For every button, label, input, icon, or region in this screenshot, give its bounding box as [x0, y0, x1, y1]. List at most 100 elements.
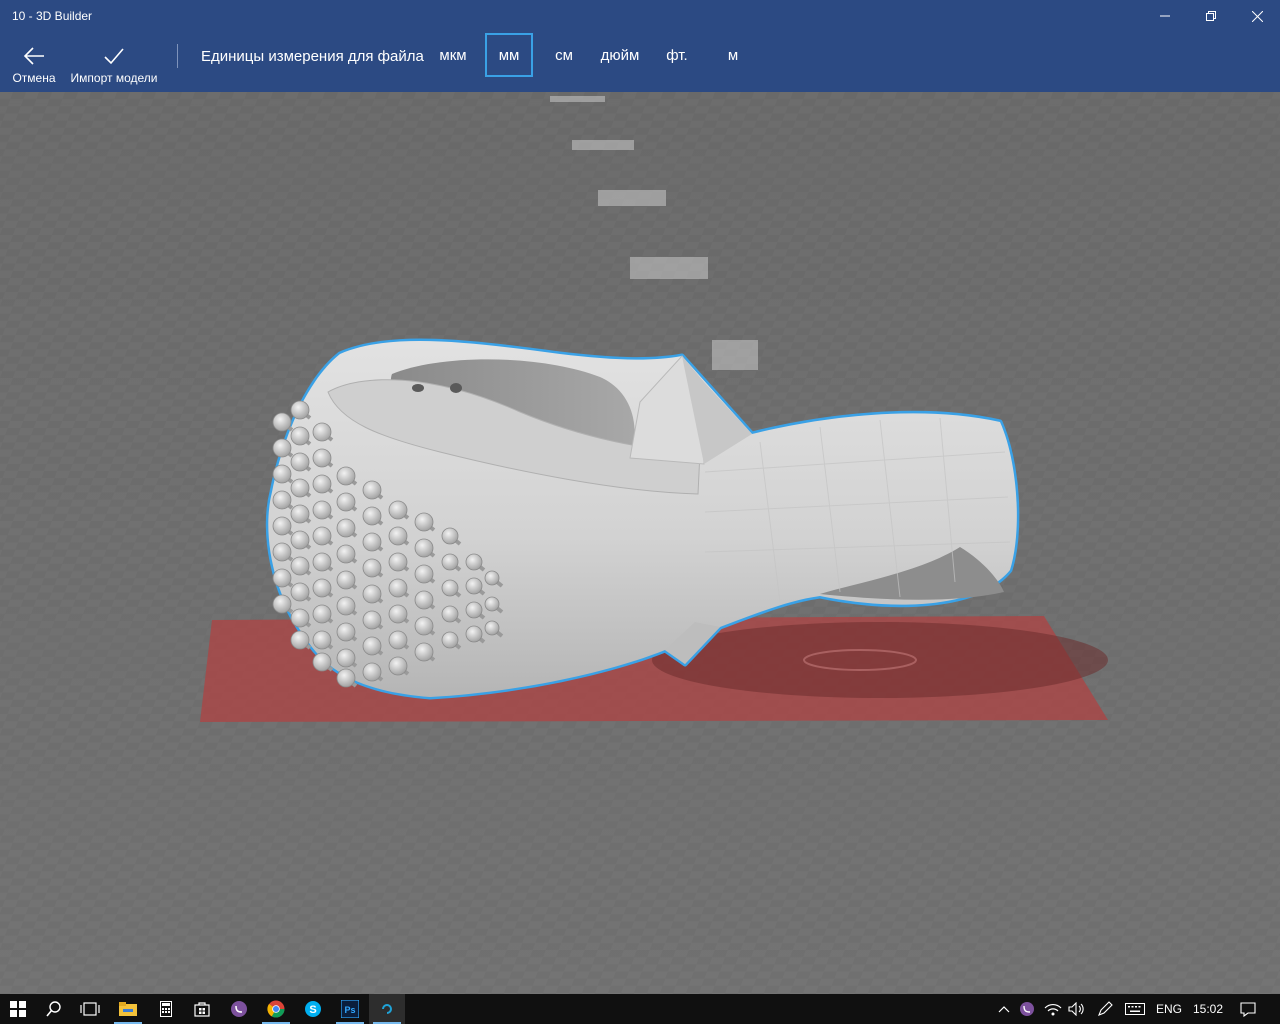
bead [336, 622, 356, 642]
bead [484, 596, 500, 612]
bead [388, 604, 408, 624]
import-model-button[interactable]: Импорт модели [66, 32, 162, 92]
bead [362, 532, 382, 552]
restore-button[interactable] [1188, 0, 1234, 32]
cancel-button[interactable]: Отмена [6, 32, 62, 92]
bead [272, 594, 292, 614]
bead [388, 500, 408, 520]
tray-volume[interactable] [1066, 994, 1088, 1024]
bead [388, 552, 408, 572]
model-shadow [652, 622, 1108, 698]
task-view-button[interactable] [72, 994, 108, 1024]
tray-keyboard[interactable] [1122, 994, 1148, 1024]
bead [484, 570, 500, 586]
language-label: ENG [1155, 1002, 1182, 1016]
unit-inch-option[interactable]: дюйм [596, 33, 644, 77]
tray-pen[interactable] [1094, 994, 1116, 1024]
chrome-button[interactable] [258, 994, 294, 1024]
unit-foot-option[interactable]: фт. [660, 33, 694, 77]
bead [484, 620, 500, 636]
folder-icon [119, 1002, 137, 1016]
3d-builder-icon [382, 1004, 392, 1014]
3d-viewport[interactable] [0, 92, 1280, 996]
bead [290, 608, 310, 628]
back-arrow-icon [23, 47, 44, 65]
bead [414, 590, 434, 610]
bead [465, 601, 483, 619]
scene-canvas[interactable] [0, 92, 1280, 996]
bead [290, 400, 310, 420]
window-title: 10 - 3D Builder [12, 9, 93, 23]
skype-button[interactable]: S [295, 994, 331, 1024]
bead [290, 478, 310, 498]
svg-text:Ps: Ps [344, 1005, 355, 1015]
unit-label: см [555, 46, 573, 64]
chevron-up-icon [998, 1006, 1010, 1013]
unit-label: дюйм [600, 46, 640, 64]
photoshop-button[interactable]: Ps [332, 994, 368, 1024]
import-toolbar: Отмена Импорт модели Единицы измерения д… [0, 32, 1280, 92]
clock[interactable]: 15:02 [1190, 994, 1226, 1024]
bead [336, 648, 356, 668]
viber-button[interactable] [221, 994, 257, 1024]
bead [272, 412, 292, 432]
bead [312, 500, 332, 520]
action-center-button[interactable] [1234, 994, 1262, 1024]
bead [441, 553, 459, 571]
bead [362, 584, 382, 604]
unit-millimeter-option[interactable]: мм [485, 33, 533, 77]
bead [441, 605, 459, 623]
tray-network[interactable] [1042, 994, 1064, 1024]
bead [290, 426, 310, 446]
calculator-button[interactable] [148, 994, 184, 1024]
tray-overflow-button[interactable] [994, 994, 1014, 1024]
toolbar-divider [177, 44, 178, 68]
checkmark-icon [104, 48, 124, 65]
bead [272, 464, 292, 484]
bead [465, 625, 483, 643]
start-button[interactable] [0, 994, 36, 1024]
wifi-icon [1044, 1004, 1062, 1016]
app-window: 10 - 3D Builder Отмена Импорт модели Еди… [0, 0, 1280, 1024]
keyboard-icon [1125, 1003, 1145, 1015]
chrome-icon [267, 1000, 285, 1018]
task-view-icon [80, 1002, 100, 1016]
file-units-label: Единицы измерения для файла [201, 48, 424, 65]
bead [388, 656, 408, 676]
bead [290, 630, 310, 650]
bead [312, 604, 332, 624]
volume-icon [1068, 1002, 1084, 1016]
bead [388, 578, 408, 598]
bead [312, 652, 332, 672]
bead [272, 516, 292, 536]
input-language[interactable]: ENG [1152, 994, 1186, 1024]
bead [336, 668, 356, 688]
clock-time: 15:02 [1192, 1002, 1224, 1016]
bead [414, 512, 434, 532]
close-button[interactable] [1234, 0, 1280, 32]
bead [465, 577, 483, 595]
minimize-button[interactable] [1142, 0, 1188, 32]
bead [336, 466, 356, 486]
bead [290, 582, 310, 602]
viber-icon [231, 1001, 247, 1017]
tray-viber[interactable] [1016, 994, 1038, 1024]
file-explorer-button[interactable] [110, 994, 146, 1024]
bead [441, 579, 459, 597]
cancel-label: Отмена [12, 71, 56, 85]
bead [362, 662, 382, 682]
3d-builder-button[interactable] [369, 994, 405, 1024]
unit-micrometer-option[interactable]: мкм [431, 33, 475, 77]
bead [388, 630, 408, 650]
windows-taskbar: S Ps ENG 15:02 [0, 994, 1280, 1024]
skype-icon: S [305, 1001, 321, 1017]
bead [414, 642, 434, 662]
store-button[interactable] [184, 994, 220, 1024]
bead [441, 527, 459, 545]
unit-centimeter-option[interactable]: см [546, 33, 582, 77]
pen-icon [1098, 1001, 1113, 1016]
bead [362, 610, 382, 630]
bead [465, 553, 483, 571]
search-button[interactable] [36, 994, 72, 1024]
unit-meter-option[interactable]: м [720, 33, 746, 77]
